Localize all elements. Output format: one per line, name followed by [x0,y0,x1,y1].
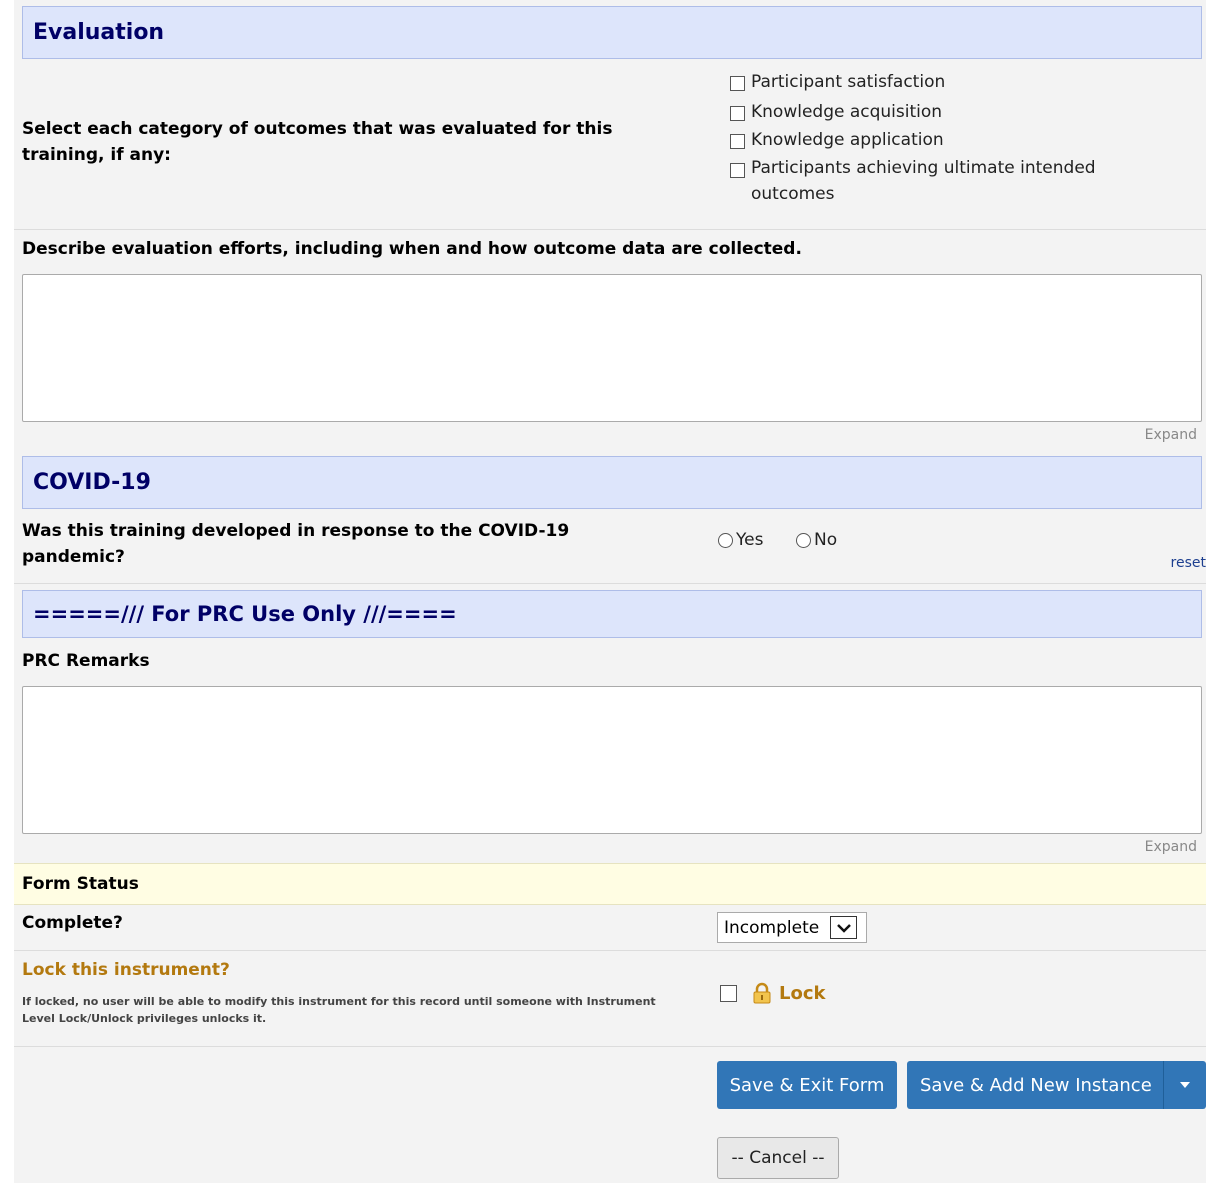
divider [14,1046,1206,1047]
section-header-prc: =====/// For PRC Use Only ///==== [22,590,1202,638]
prc-remarks-textarea[interactable] [22,686,1202,834]
form-status-title: Form Status [22,874,139,894]
checkbox[interactable] [730,106,745,121]
radio-button[interactable] [796,532,811,548]
outcome-option-knowledge-acquisition[interactable]: Knowledge acquisition [730,102,942,122]
option-label: Participant satisfaction [751,72,946,92]
divider [14,229,1206,230]
lock-note: If locked, no user will be able to modif… [22,995,656,1025]
complete-select[interactable]: Incomplete [717,912,867,943]
section-title: Evaluation [33,20,165,45]
expand-link[interactable]: Expand [1145,427,1197,443]
form-status-header: Form Status [14,863,1206,905]
outcome-option-knowledge-application[interactable]: Knowledge application [730,130,944,150]
lock-checkbox[interactable] [720,984,737,1002]
evaluation-efforts-textarea[interactable] [22,274,1202,422]
complete-label: Complete? [22,913,123,933]
lock-label: Lock [779,982,826,1004]
option-label: Yes [736,530,764,550]
section-title: =====/// For PRC Use Only ///==== [33,602,457,626]
section-title: COVID-19 [33,470,151,495]
save-add-instance-button[interactable]: Save & Add New Instance [907,1061,1206,1109]
outcome-option-satisfaction[interactable]: Participant satisfaction [730,72,945,92]
save-exit-button[interactable]: Save & Exit Form [717,1061,897,1109]
caret-down-icon[interactable] [1164,1061,1206,1109]
efforts-question-label: Describe evaluation efforts, including w… [22,239,802,259]
outcomes-question-label: Select each category of outcomes that wa… [22,119,613,165]
section-header-evaluation: Evaluation [22,6,1202,59]
divider [14,950,1206,951]
covid-option-yes[interactable]: Yes [718,530,763,550]
outcome-option-ultimate-outcomes[interactable]: Participants achieving ultimate intended… [730,158,1130,207]
button-label: -- Cancel -- [731,1148,825,1168]
section-header-covid: COVID-19 [22,456,1202,509]
checkbox[interactable] [730,134,745,149]
checkbox[interactable] [730,163,745,178]
option-label: No [814,530,838,550]
prc-remarks-label: PRC Remarks [22,651,150,671]
cancel-button[interactable]: -- Cancel -- [717,1137,839,1179]
option-label: Participants achieving ultimate intended… [751,158,1096,204]
option-label: Knowledge acquisition [751,102,943,122]
lock-icon [751,982,773,1004]
lock-option[interactable]: Lock [720,982,825,1004]
divider [14,583,1206,584]
option-label: Knowledge application [751,130,944,150]
button-label: Save & Exit Form [729,1074,885,1096]
lock-instrument-label: Lock this instrument? [22,960,230,980]
covid-option-no[interactable]: No [796,530,837,550]
chevron-down-icon[interactable] [830,916,857,939]
covid-question-label: Was this training developed in response … [22,521,570,567]
checkbox[interactable] [730,76,745,91]
radio-button[interactable] [718,532,733,548]
reset-link[interactable]: reset [1171,555,1206,571]
button-label: Save & Add New Instance [920,1074,1152,1096]
select-value: Incomplete [724,917,820,938]
expand-link[interactable]: Expand [1145,839,1197,855]
